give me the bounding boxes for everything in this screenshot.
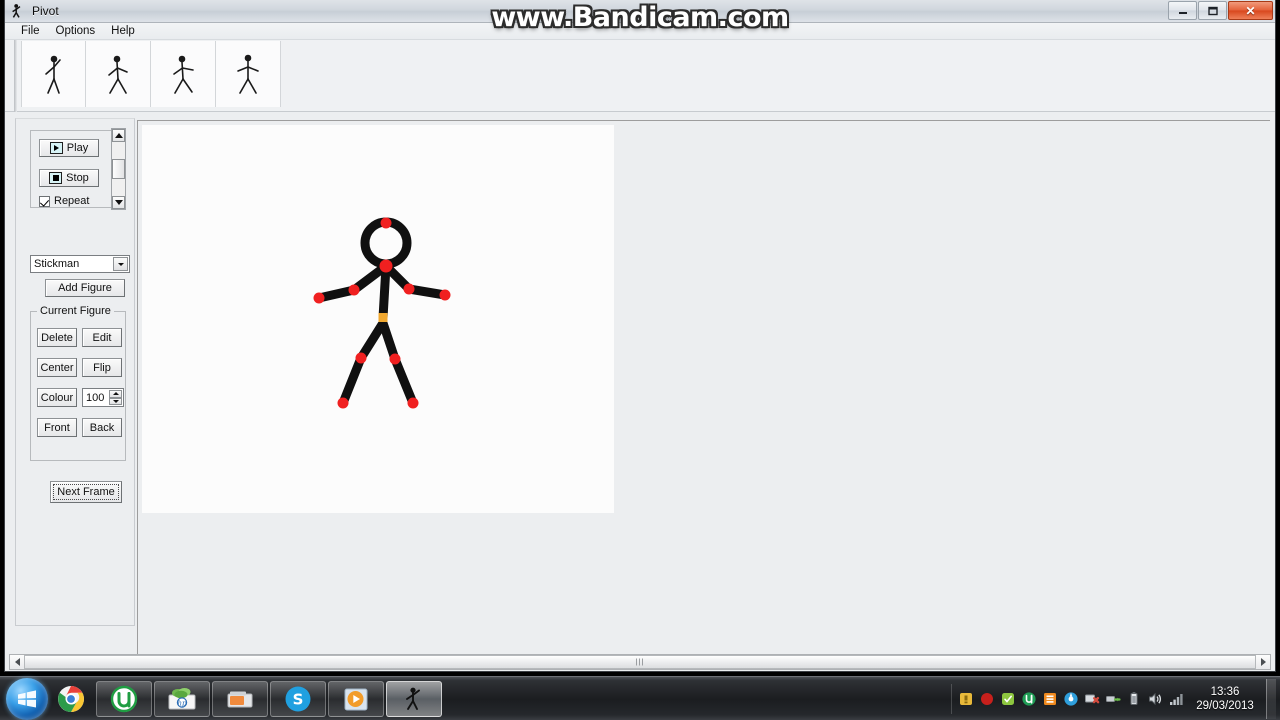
scroll-down-icon[interactable] xyxy=(112,196,125,209)
back-button[interactable]: Back xyxy=(82,418,122,437)
task-hp[interactable]: hp xyxy=(154,680,210,717)
tray-icon-network-error[interactable] xyxy=(1084,691,1100,707)
scroll-up-icon[interactable] xyxy=(112,129,125,142)
frame-thumbnail-2[interactable] xyxy=(86,41,151,107)
tray-icon-5[interactable] xyxy=(1042,691,1058,707)
control-panel: Play Stop Repeat Stickman Add Figure Cur… xyxy=(15,118,135,626)
stepper-arrows xyxy=(109,390,122,405)
stickman-icon xyxy=(10,3,26,19)
edit-button[interactable]: Edit xyxy=(82,328,122,347)
frame-scrollbar[interactable] xyxy=(111,128,126,210)
stepper-up-icon[interactable] xyxy=(109,390,122,398)
volume-icon[interactable] xyxy=(1147,691,1163,707)
client-area: Play Stop Repeat Stickman Add Figure Cur… xyxy=(5,112,1275,671)
delete-button[interactable]: Delete xyxy=(37,328,77,347)
chevron-down-icon[interactable] xyxy=(113,257,128,271)
add-figure-button[interactable]: Add Figure xyxy=(45,279,125,297)
scrollbar-thumb[interactable] xyxy=(112,159,125,179)
tray-icons xyxy=(958,691,1184,707)
current-figure-legend: Current Figure xyxy=(37,305,114,317)
animation-canvas[interactable] xyxy=(142,125,614,513)
stop-icon xyxy=(49,172,63,184)
task-skype[interactable]: S xyxy=(270,680,326,717)
svg-text:S: S xyxy=(293,690,304,708)
tray-icon-6[interactable] xyxy=(1063,691,1079,707)
horizontal-scrollbar[interactable] xyxy=(9,654,1271,670)
current-figure-group: Current Figure Delete Edit Center Flip C… xyxy=(30,305,126,461)
frames-toolbar xyxy=(5,40,1275,112)
tray-icon-network[interactable] xyxy=(1105,691,1121,707)
play-icon xyxy=(49,142,63,154)
frame-thumbnail-1[interactable] xyxy=(21,41,86,107)
repeat-checkbox[interactable]: Repeat xyxy=(39,195,89,207)
flip-button[interactable]: Flip xyxy=(82,358,122,377)
menu-bar: File Options Help xyxy=(5,23,1275,40)
stick-figure[interactable] xyxy=(142,125,614,513)
svg-text:hp: hp xyxy=(178,699,188,707)
tray-icon-1[interactable] xyxy=(958,691,974,707)
next-frame-button[interactable]: Next Frame xyxy=(50,481,122,503)
canvas-container xyxy=(137,120,1270,660)
battery-icon[interactable] xyxy=(1126,691,1142,707)
scrollbar-grip-icon xyxy=(636,658,644,666)
window-title: Pivot xyxy=(32,4,59,18)
colour-button[interactable]: Colour xyxy=(37,388,77,407)
taskbar: hp S 13:36 29/03/2013 xyxy=(0,676,1280,720)
minimize-button[interactable] xyxy=(1168,1,1197,20)
pivot-window: Pivot ✕ File Options Help Play Stop Repe… xyxy=(4,0,1276,672)
clock[interactable]: 13:36 29/03/2013 xyxy=(1194,685,1256,713)
frame-thumbnail-4[interactable] xyxy=(216,41,281,107)
playback-group: Play Stop Repeat xyxy=(30,130,116,208)
stop-button-label: Stop xyxy=(66,172,89,184)
task-buttons: hp S xyxy=(96,680,442,717)
scale-stepper[interactable]: 100 xyxy=(82,388,124,407)
start-button[interactable] xyxy=(6,677,48,720)
task-player[interactable] xyxy=(328,680,384,717)
close-button[interactable]: ✕ xyxy=(1228,1,1273,20)
chrome-icon[interactable] xyxy=(56,684,86,714)
show-desktop-button[interactable] xyxy=(1266,678,1276,719)
front-button[interactable]: Front xyxy=(37,418,77,437)
scale-value: 100 xyxy=(86,391,105,404)
title-bar[interactable]: Pivot ✕ xyxy=(5,0,1275,23)
hscrollbar-thumb[interactable] xyxy=(24,655,1256,669)
task-utorrent[interactable] xyxy=(96,680,152,717)
task-pivot[interactable] xyxy=(386,680,442,717)
menu-help[interactable]: Help xyxy=(103,24,143,39)
tray-icon-3[interactable] xyxy=(1000,691,1016,707)
quick-launch xyxy=(56,684,86,714)
clock-date: 29/03/2013 xyxy=(1196,699,1254,712)
center-button[interactable]: Center xyxy=(37,358,77,377)
figure-type-select[interactable]: Stickman xyxy=(30,255,130,273)
window-controls: ✕ xyxy=(1167,1,1273,21)
task-media[interactable] xyxy=(212,680,268,717)
menu-file[interactable]: File xyxy=(13,24,48,39)
frame-thumbnails xyxy=(21,41,281,107)
repeat-label: Repeat xyxy=(54,195,90,207)
scroll-left-icon[interactable] xyxy=(10,655,24,669)
stepper-down-icon[interactable] xyxy=(109,397,122,405)
figure-type-value: Stickman xyxy=(34,258,80,270)
tray-icon-4[interactable] xyxy=(1021,691,1037,707)
clock-time: 13:36 xyxy=(1210,685,1240,698)
windows-logo-icon xyxy=(17,689,37,708)
play-button-label: Play xyxy=(66,142,89,154)
signal-icon[interactable] xyxy=(1168,691,1184,707)
tray-icon-2[interactable] xyxy=(979,691,995,707)
toolbar-grip[interactable] xyxy=(14,40,17,112)
system-tray: 13:36 29/03/2013 xyxy=(949,677,1280,720)
maximize-button[interactable] xyxy=(1198,1,1227,20)
play-button[interactable]: Play xyxy=(39,139,99,157)
tray-divider xyxy=(951,683,952,714)
stop-button[interactable]: Stop xyxy=(39,169,99,187)
scroll-right-icon[interactable] xyxy=(1256,655,1270,669)
checkmark-icon xyxy=(39,195,50,207)
menu-options[interactable]: Options xyxy=(48,24,104,39)
frame-thumbnail-3[interactable] xyxy=(151,41,216,107)
screen: Pivot ✕ File Options Help Play Stop Repe… xyxy=(0,0,1280,720)
